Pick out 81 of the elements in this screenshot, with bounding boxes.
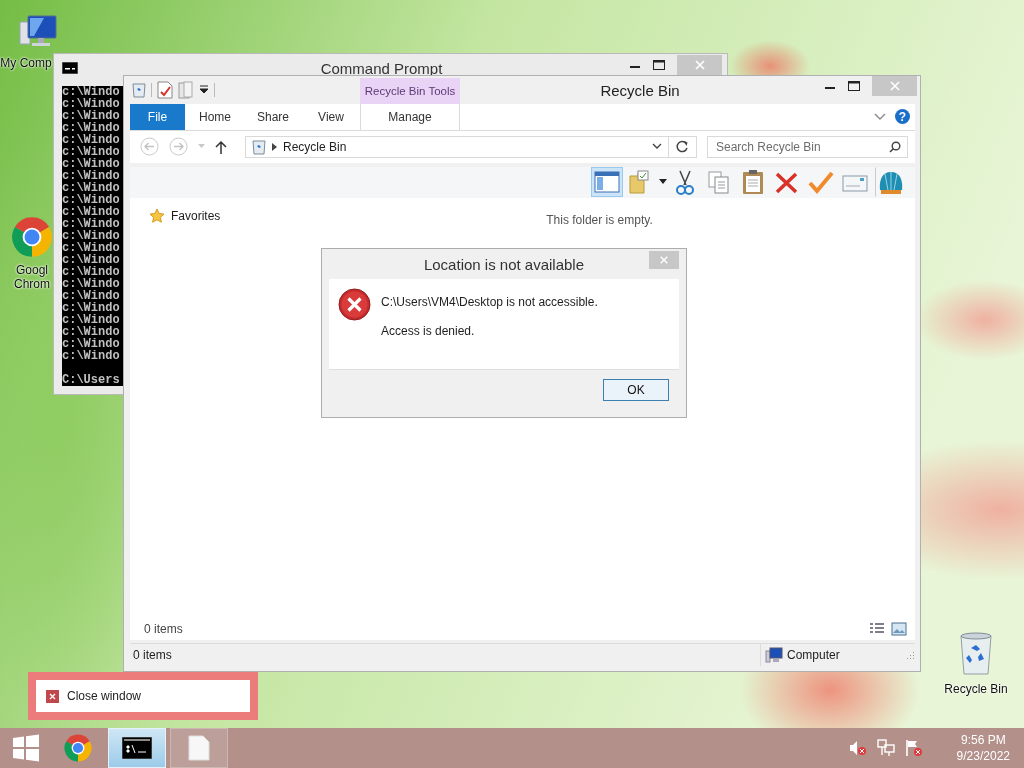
refresh-button[interactable]: [669, 135, 697, 158]
tooltip-text: Close window: [67, 689, 142, 703]
console-line: c:\Windo: [62, 86, 120, 98]
console-line: c:\Windo: [62, 242, 120, 254]
speaker-icon[interactable]: [848, 740, 867, 756]
window-title: Command Prompt: [319, 60, 444, 77]
console-line: c:\Windo: [62, 218, 120, 230]
console-line: c:\Windo: [62, 266, 120, 278]
console-line: c:\Windo: [62, 278, 120, 290]
resize-grip-icon[interactable]: [905, 650, 915, 660]
windows-logo-icon: [12, 734, 40, 762]
console-line: c:\Windo: [62, 254, 120, 266]
console-line: c:\Windo: [62, 182, 120, 194]
console-line: c:\Windo: [62, 290, 120, 302]
browser-icon: [63, 733, 93, 763]
console-icon: [62, 62, 78, 74]
console-line: c:\Windo: [62, 338, 120, 350]
icon-label: Recycle Bin: [943, 682, 1009, 696]
window-title: Recycle Bin: [599, 82, 681, 99]
console-line: c:\Windo: [62, 158, 120, 170]
error-detail: Access is denied.: [381, 324, 476, 338]
empty-message: This folder is empty.: [546, 212, 653, 227]
console-line: c:\Windo: [62, 206, 120, 218]
search-icon[interactable]: [889, 140, 901, 153]
ribbon-tab[interactable]: Share: [244, 104, 302, 130]
console-line: c:\Windo: [62, 230, 120, 242]
flag-icon[interactable]: [904, 739, 923, 757]
console-line: c:\Windo: [62, 98, 120, 110]
recycle-bin-icon: [252, 138, 266, 155]
ribbon-tab[interactable]: View: [302, 104, 360, 130]
large-icons-view-icon[interactable]: [891, 622, 907, 637]
console-line: c:\Windo: [62, 146, 120, 158]
icon-label: My Comp: [0, 56, 52, 70]
up-arrow-icon[interactable]: [215, 139, 227, 154]
chevron-right-icon: [272, 142, 277, 151]
console-icon: [122, 737, 152, 759]
file-tab[interactable]: File: [130, 104, 185, 130]
console-line: c:\Windo: [62, 122, 120, 134]
star-icon: [149, 207, 165, 224]
forward-icon[interactable]: [169, 137, 188, 157]
status-text: Computer: [787, 648, 841, 662]
search-field[interactable]: Search Recycle Bin: [707, 135, 908, 158]
dialog-title: Location is not available: [422, 256, 586, 273]
computer-icon: [765, 647, 783, 663]
close-icon: [693, 59, 706, 71]
close-icon: [659, 255, 669, 265]
error-icon: [338, 288, 371, 321]
refresh-icon: [676, 140, 689, 154]
console-line: c:\Windo: [62, 302, 120, 314]
back-icon[interactable]: [140, 137, 159, 157]
item-count: 0 items: [144, 622, 184, 637]
help-button[interactable]: ?: [895, 109, 910, 125]
console-line: c:\Windo: [62, 326, 120, 338]
console-line: c:\Windo: [62, 194, 120, 206]
properties-icon[interactable]: [157, 81, 173, 99]
browser-icon: [10, 215, 54, 259]
toolbar-button[interactable]: [591, 167, 623, 198]
contextual-tab-group: Recycle Bin Tools: [360, 78, 460, 104]
console-line: c:\Windo: [62, 134, 120, 146]
console-line: c:\Windo: [62, 110, 120, 122]
dropdown-icon[interactable]: [199, 85, 209, 95]
taskbar-button[interactable]: [108, 728, 166, 768]
close-icon: [888, 80, 901, 92]
caret-icon[interactable]: [659, 179, 667, 186]
nav-item[interactable]: Favorites: [171, 208, 221, 223]
network-icon[interactable]: [876, 739, 895, 757]
document-icon: [188, 735, 210, 761]
console-line: c:\Windo: [62, 170, 120, 182]
status-text: 0 items: [133, 648, 173, 662]
address-bar[interactable]: Recycle Bin: [245, 135, 669, 158]
chevron-down-icon[interactable]: [652, 143, 662, 151]
ok-button[interactable]: OK: [603, 379, 669, 401]
ribbon-tab[interactable]: Home: [186, 104, 244, 130]
icon-label: Googl Chrom: [13, 263, 51, 291]
close-icon: [46, 689, 59, 703]
error-message: C:\Users\VM4\Desktop is not accessible.: [381, 295, 598, 309]
console-line: c:\Windo: [62, 350, 120, 362]
recycle-bin-icon[interactable]: [132, 82, 146, 98]
console-line: C:\Users: [62, 374, 120, 386]
ribbon-tab[interactable]: Manage: [360, 104, 460, 130]
console-line: c:\Windo: [62, 314, 120, 326]
